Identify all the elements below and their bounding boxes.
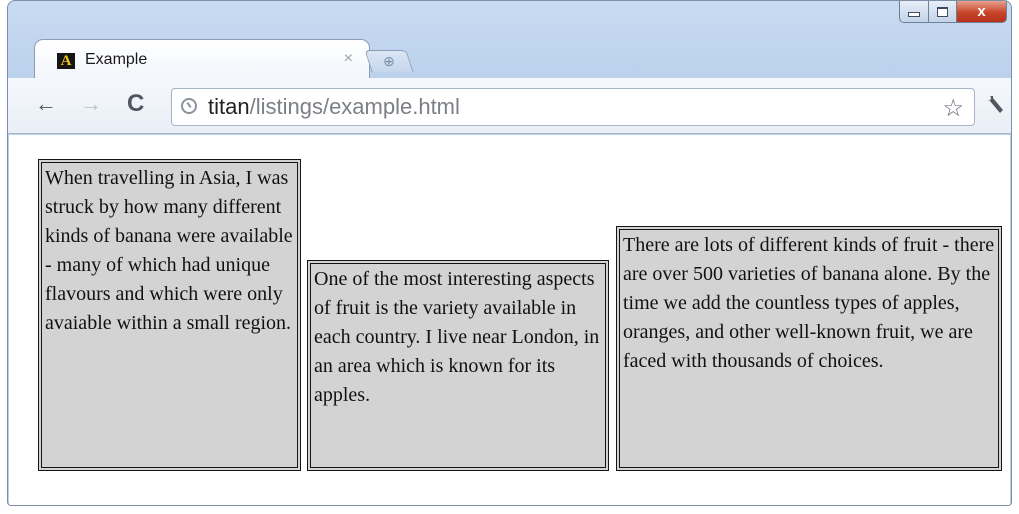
favicon-icon: A — [57, 53, 75, 69]
address-bar[interactable]: titan/listings/example.html ☆ — [171, 88, 975, 126]
new-tab-icon: ⊕ — [383, 53, 395, 69]
bookmark-star-icon[interactable]: ☆ — [942, 94, 964, 123]
close-icon: x — [977, 3, 986, 20]
paragraph-box-1: When travelling in Asia, I was struck by… — [38, 159, 301, 471]
page-viewport: When travelling in Asia, I was struck by… — [9, 135, 1010, 505]
minimize-icon — [908, 12, 920, 17]
maximize-button[interactable] — [929, 1, 957, 23]
close-window-button[interactable]: x — [957, 1, 1007, 23]
reload-icon[interactable]: C — [127, 92, 144, 116]
tab-example[interactable]: A Example × — [34, 39, 370, 79]
browser-window: x A Example × ⊕ ← → C titan/listings/exa… — [7, 0, 1012, 506]
minimize-button[interactable] — [899, 1, 929, 23]
url-host: titan — [208, 94, 250, 119]
tab-close-icon[interactable]: × — [344, 50, 353, 68]
tab-title: Example — [85, 51, 148, 68]
paragraph-box-2: One of the most interesting aspects of f… — [307, 260, 609, 471]
url-path: /listings/example.html — [249, 94, 460, 119]
page-info-icon[interactable] — [181, 98, 197, 114]
forward-arrow-icon[interactable]: → — [80, 92, 102, 116]
browser-toolbar: ← → C titan/listings/example.html ☆ — [8, 78, 1011, 134]
window-controls: x — [899, 1, 1007, 23]
wrench-icon[interactable] — [982, 92, 1008, 116]
paragraph-box-3: There are lots of different kinds of fru… — [616, 226, 1002, 471]
new-tab-button[interactable]: ⊕ — [364, 50, 414, 72]
back-arrow-icon[interactable]: ← — [35, 92, 57, 116]
url-text[interactable]: titan/listings/example.html — [208, 95, 460, 119]
maximize-icon — [937, 6, 948, 17]
